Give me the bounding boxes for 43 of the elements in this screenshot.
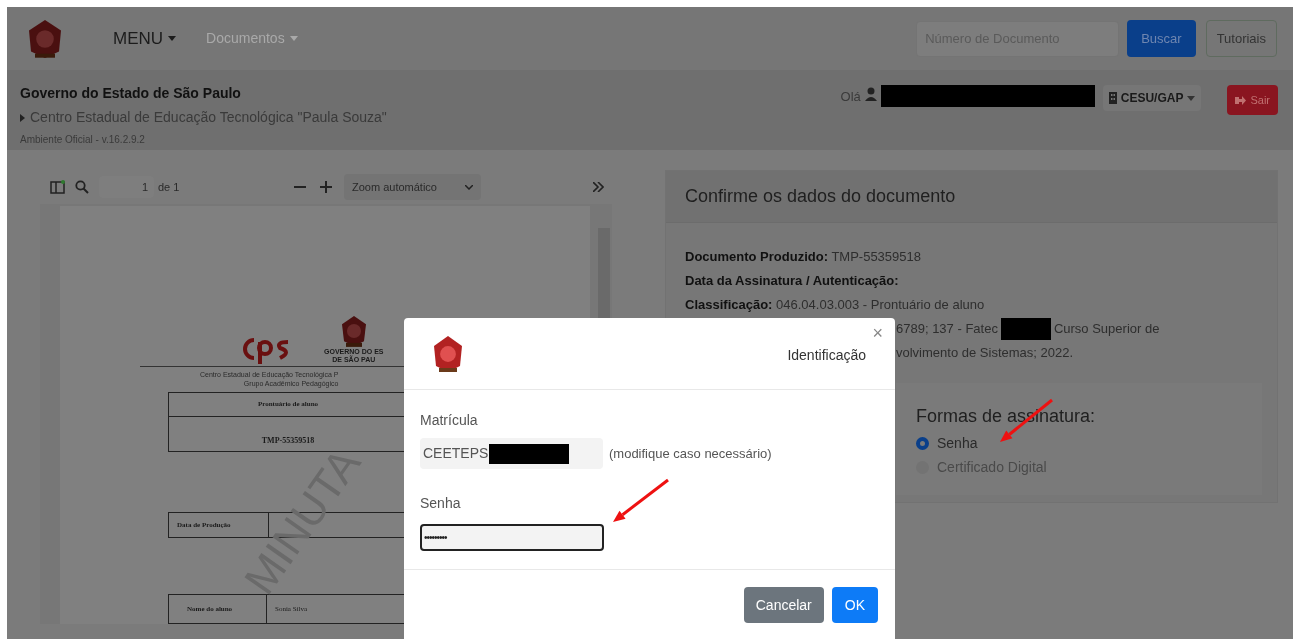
ok-button[interactable]: OK: [831, 587, 878, 623]
unit-label: CESU/GAP: [1120, 90, 1184, 107]
detail-text: Curso Superior de: [1053, 320, 1160, 338]
user-icon: [864, 87, 877, 101]
search-button[interactable]: Buscar: [1127, 20, 1196, 57]
redaction-bar: [1000, 318, 1051, 340]
caret-icon: [1187, 95, 1196, 101]
page-count-label: de 1: [158, 179, 180, 195]
field-label: Senha: [420, 494, 462, 513]
cancel-button[interactable]: Cancelar: [743, 587, 824, 623]
card-title: Confirme os dados do documento: [685, 185, 956, 208]
zoom-select[interactable]: Zoom automático: [344, 174, 481, 200]
sidebar-toggle-icon: [50, 180, 65, 194]
caret-icon: [289, 36, 298, 41]
password-field[interactable]: •••••••••: [420, 524, 604, 551]
field-hint: (modifique caso necessário): [609, 444, 772, 463]
header-title: Governo do Estado de São Paulo: [20, 84, 242, 103]
search-icon: [75, 180, 89, 194]
unit-dropdown[interactable]: CESU/GAP: [1102, 85, 1202, 111]
plus-icon: [320, 181, 332, 193]
tutorials-button[interactable]: Tutoriais: [1205, 20, 1277, 57]
menu-dropdown[interactable]: MENU: [113, 25, 177, 52]
radio-option[interactable]: Senha: [916, 433, 1262, 454]
registration-field[interactable]: CEETEPS: [420, 438, 603, 469]
detail-field: Documento Produzido: TMP-55359518: [685, 245, 1277, 269]
building-icon: [1108, 92, 1117, 104]
detail-text: 6789; 137 - Fatec: [896, 320, 998, 338]
field-label: Matrícula: [420, 411, 479, 430]
detail-field: Classificação: 046.04.03.003 - Prontuário de aluno: [685, 293, 1277, 317]
more-tools-button[interactable]: [591, 180, 606, 194]
close-button[interactable]: ×: [872, 324, 883, 342]
detail-field: Data da Assinatura / Autenticação:: [685, 269, 1277, 293]
zoom-in-button[interactable]: [318, 179, 334, 195]
double-chevron-icon: [593, 182, 604, 192]
chevron-right-icon: [20, 113, 25, 122]
table-cell-text: TMP-55359518: [260, 435, 316, 447]
caret-icon: [168, 36, 177, 41]
logout-button[interactable]: Sair: [1227, 85, 1278, 115]
logout-icon: [1235, 95, 1247, 105]
chevron-down-icon: [465, 184, 473, 190]
field-value: CEETEPS: [423, 444, 489, 463]
dialog-title: Identificação: [787, 346, 866, 365]
detail-text: volvimento de Sistemas; 2022.: [896, 344, 1074, 362]
